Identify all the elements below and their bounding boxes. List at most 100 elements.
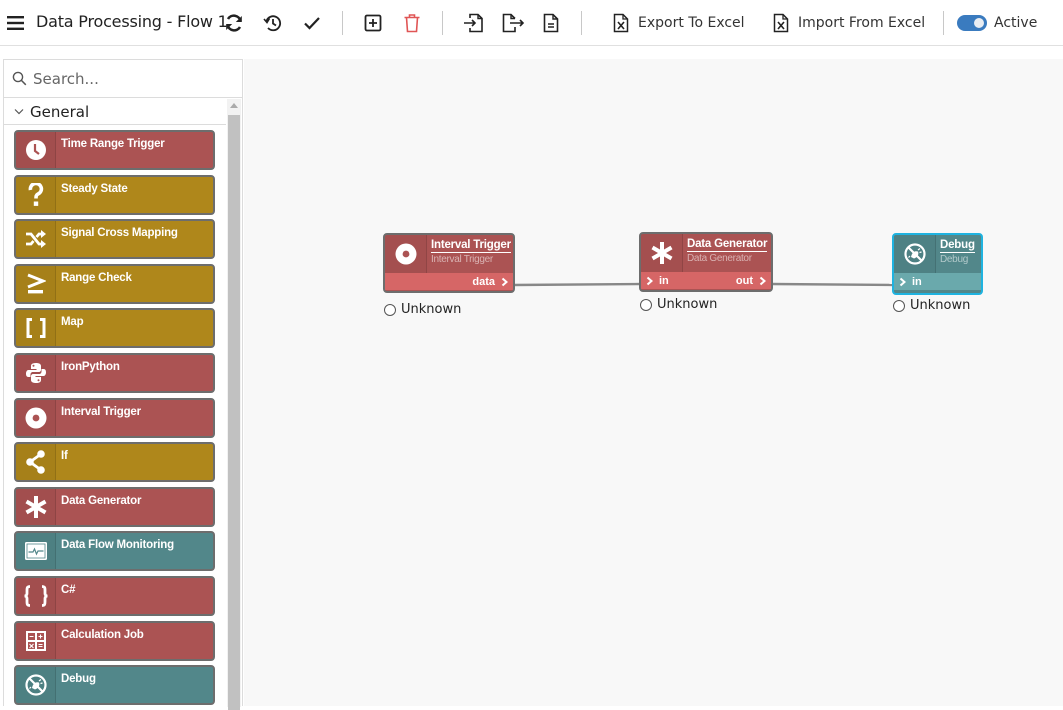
palette-item-label: Debug [61, 673, 96, 686]
chevron-right-icon [899, 277, 906, 286]
status-indicator[interactable] [640, 298, 652, 311]
share-branch-icon [25, 450, 45, 474]
palette-item-signal-cross-mapping[interactable]: Signal Cross Mapping [14, 219, 215, 260]
brackets-icon [26, 318, 45, 339]
input-port[interactable]: in [899, 276, 922, 288]
asterisk-icon [650, 242, 673, 264]
checkmark-icon [304, 17, 320, 30]
active-toggle[interactable]: Active [957, 9, 1037, 37]
scrollbar-thumb[interactable] [228, 115, 240, 710]
node-title: Debug [940, 239, 975, 253]
node-palette-sidebar: General Time Range Trigger Steady State … [3, 59, 243, 710]
question-icon [28, 182, 43, 206]
import-excel-label: Import From Excel [798, 15, 926, 31]
import-button[interactable] [462, 9, 486, 37]
palette-item-steady-state[interactable]: Steady State [14, 174, 215, 215]
node-data-generator[interactable]: Data Generator Data Generator in out [639, 232, 773, 292]
toolbar: Data Processing - Flow 1 Export To Excel… [0, 0, 1063, 46]
export-excel-button[interactable]: Export To Excel [613, 9, 745, 37]
flow-title: Data Processing - Flow 1 [36, 12, 228, 31]
active-toggle-label: Active [994, 15, 1038, 31]
port-label: data [472, 275, 495, 288]
input-port[interactable]: in [646, 275, 669, 287]
export-excel-label: Export To Excel [638, 15, 745, 31]
document-icon [543, 13, 559, 33]
calculator-icon [25, 630, 46, 651]
palette-item-time-range-trigger[interactable]: Time Range Trigger [14, 130, 215, 170]
export-button[interactable] [501, 9, 527, 37]
search-icon [12, 71, 27, 86]
palette-item-calculation-job[interactable]: Calculation Job [14, 620, 215, 661]
palette-item-if[interactable]: If [14, 442, 215, 483]
search-box[interactable] [4, 60, 242, 98]
node-subtitle: Interval Trigger [431, 254, 493, 265]
flow-canvas[interactable]: Interval Trigger Interval Trigger data U… [244, 59, 1063, 706]
search-input[interactable] [33, 69, 223, 88]
scroll-up-arrow[interactable] [230, 103, 238, 108]
output-port[interactable]: data [472, 276, 508, 288]
node-title: Interval Trigger [431, 239, 511, 253]
bug-off-icon [24, 674, 47, 696]
palette-item-label: Calculation Job [61, 628, 144, 641]
toolbar-separator [943, 11, 944, 35]
file-import-icon [464, 13, 483, 33]
palette-item-range-check[interactable]: Range Check [14, 263, 215, 304]
import-excel-button[interactable]: Import From Excel [773, 9, 925, 37]
history-button[interactable] [261, 9, 285, 37]
validate-button[interactable] [300, 9, 324, 37]
clock-icon [25, 140, 46, 160]
palette-item-interval-trigger[interactable]: Interval Trigger [14, 397, 215, 438]
add-node-button[interactable] [361, 9, 385, 37]
monitor-pulse-icon [24, 542, 47, 561]
palette-item-map[interactable]: Map [14, 308, 215, 349]
chevron-right-icon [501, 277, 508, 286]
status-indicator[interactable] [384, 303, 396, 316]
toolbar-separator [581, 11, 582, 35]
refresh-icon [226, 14, 242, 32]
port-label: out [735, 274, 753, 287]
palette-item-label: IronPython [61, 360, 120, 373]
file-export-icon [502, 13, 525, 33]
group-header-general[interactable]: General [4, 99, 226, 125]
chevron-right-icon [646, 276, 653, 285]
output-port[interactable]: out [736, 275, 766, 287]
sidebar-scrollbar[interactable] [227, 99, 241, 710]
add-box-icon [364, 14, 382, 32]
palette-item-debug[interactable]: Debug [14, 665, 215, 706]
group-label: General [30, 102, 90, 121]
port-label: in [659, 274, 669, 287]
history-icon [263, 15, 282, 32]
document-button[interactable] [540, 9, 562, 37]
status-label: Unknown [401, 302, 462, 317]
node-interval-trigger[interactable]: Interval Trigger Interval Trigger data [383, 233, 515, 293]
node-status: Unknown [893, 298, 970, 313]
interval-dot-icon [25, 407, 46, 429]
palette-item-label: Map [61, 316, 84, 329]
port-label: in [912, 275, 922, 288]
excel-file-icon [613, 13, 629, 33]
palette-item-label: Data Generator [61, 494, 142, 507]
menu-button[interactable] [6, 9, 24, 37]
node-status: Unknown [384, 302, 461, 317]
palette-item-ironpython[interactable]: IronPython [14, 352, 215, 393]
palette-item-csharp[interactable]: C# [14, 575, 215, 616]
palette-item-label: Data Flow Monitoring [61, 539, 174, 552]
palette-list: Time Range Trigger Steady State Signal C… [14, 130, 216, 710]
toggle-switch[interactable] [957, 15, 987, 31]
delete-button[interactable] [400, 9, 424, 37]
node-debug[interactable]: Debug Debug in [892, 233, 983, 295]
status-indicator[interactable] [893, 299, 905, 312]
excel-file-icon [773, 13, 789, 33]
chevron-right-icon [759, 276, 766, 285]
trash-icon [404, 14, 420, 33]
palette-item-label: Interval Trigger [61, 405, 141, 418]
interval-dot-icon [395, 243, 416, 265]
shuffle-icon [25, 230, 46, 249]
palette-item-data-generator[interactable]: Data Generator [14, 486, 215, 527]
palette-item-data-flow-monitoring[interactable]: Data Flow Monitoring [14, 531, 215, 572]
connection-wire[interactable] [512, 282, 642, 287]
connection-wire[interactable] [770, 282, 895, 287]
bug-off-icon [903, 243, 926, 265]
refresh-button[interactable] [222, 9, 246, 37]
status-label: Unknown [657, 297, 718, 312]
